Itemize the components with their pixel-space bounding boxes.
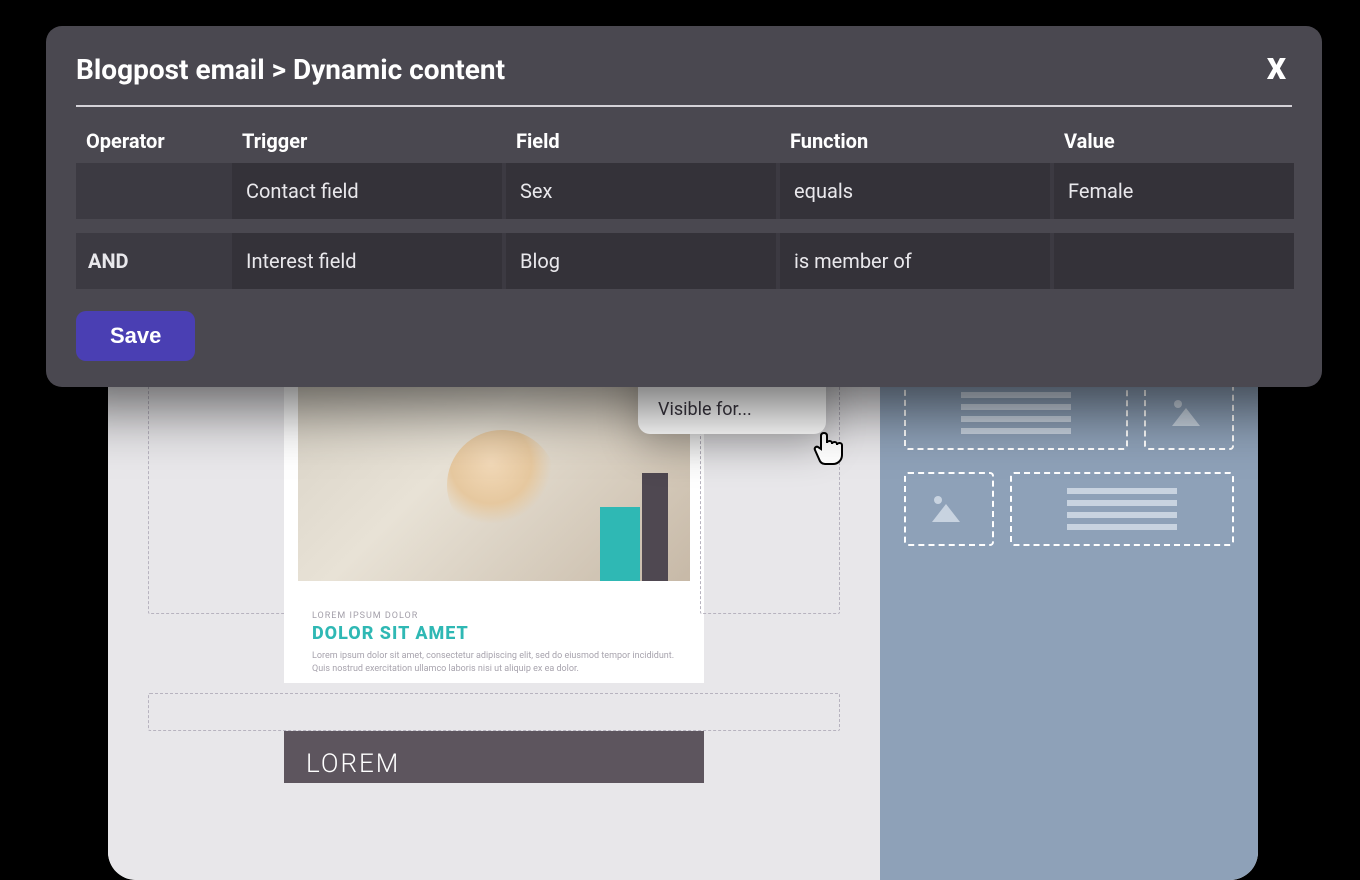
condition-row: Contact field Sex equals Female [76, 163, 1292, 219]
image-icon [1170, 398, 1208, 428]
cell-trigger[interactable]: Contact field [232, 163, 502, 219]
lib-text-block[interactable] [1010, 472, 1234, 546]
col-field: Field [516, 129, 786, 153]
banner-block[interactable]: LOREM [284, 731, 704, 783]
pointer-cursor-icon [812, 428, 848, 468]
lib-image-block[interactable] [1144, 376, 1234, 450]
col-function: Function [790, 129, 1060, 153]
cell-value[interactable]: Female [1054, 163, 1294, 219]
save-button[interactable]: Save [76, 311, 195, 361]
image-icon [930, 494, 968, 524]
condition-row: AND Interest field Blog is member of [76, 233, 1292, 289]
table-header-row: Operator Trigger Field Function Value [76, 129, 1292, 163]
dynamic-content-dialog: Blogpost email > Dynamic content X Opera… [46, 26, 1322, 387]
block-image[interactable] [298, 371, 690, 581]
text-lines-icon [961, 392, 1071, 434]
cell-trigger[interactable]: Interest field [232, 233, 502, 289]
col-trigger: Trigger [242, 129, 512, 153]
block-heading: DOLOR SIT AMET [284, 621, 704, 650]
cell-function[interactable]: equals [780, 163, 1050, 219]
lib-image-block[interactable] [904, 472, 994, 546]
drop-slot[interactable] [148, 693, 840, 731]
cell-value[interactable] [1054, 233, 1294, 289]
close-icon[interactable]: X [1261, 52, 1292, 87]
lib-text-block[interactable] [904, 376, 1128, 450]
menu-item-visible-for[interactable]: Visible for... [638, 384, 826, 434]
cell-field[interactable]: Blog [506, 233, 776, 289]
col-operator: Operator [86, 129, 238, 153]
col-value: Value [1064, 129, 1304, 153]
dialog-header: Blogpost email > Dynamic content X [76, 52, 1292, 107]
block-subheading: LOREM IPSUM DOLOR [284, 581, 704, 621]
dialog-title: Blogpost email > Dynamic content [76, 53, 505, 86]
block-text: Lorem ipsum dolor sit amet, consectetur … [284, 650, 704, 683]
banner-text: LOREM [306, 749, 682, 779]
cell-function[interactable]: is member of [780, 233, 1050, 289]
cell-operator[interactable]: AND [76, 233, 228, 289]
cell-field[interactable]: Sex [506, 163, 776, 219]
cell-operator[interactable] [76, 163, 228, 219]
text-lines-icon [1067, 488, 1177, 530]
condition-table: Operator Trigger Field Function Value Co… [76, 129, 1292, 289]
